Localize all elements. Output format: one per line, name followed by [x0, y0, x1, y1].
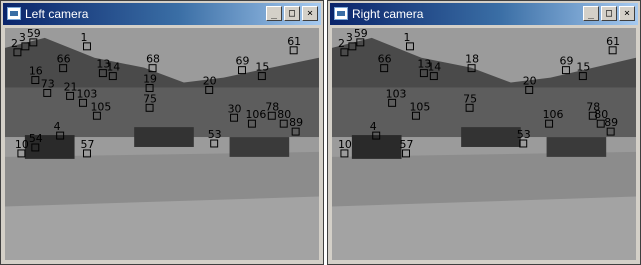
minimize-button[interactable]: _	[583, 6, 599, 21]
feature-label: 14	[106, 61, 120, 74]
maximize-button[interactable]: □	[284, 6, 300, 21]
close-button[interactable]: ×	[619, 6, 635, 21]
feature-label: 54	[29, 132, 43, 145]
window-title: Left camera	[25, 7, 89, 21]
window-app-icon	[7, 7, 21, 20]
feature-label: 19	[143, 73, 157, 86]
feature-label: 66	[57, 53, 71, 66]
feature-label: 75	[463, 92, 477, 105]
close-button[interactable]: ×	[302, 6, 318, 21]
feature-label: 59	[354, 28, 368, 40]
right-camera-view: 3 59 2 1 66 13 14 18 20 69 15 61 103 105 75 106 78 80 89 53…	[332, 28, 636, 260]
feature-label: 68	[146, 53, 160, 66]
feature-label: 1	[404, 31, 411, 44]
left-camera-window: Left camera _ □ × 3 59 2 1 66 16 73 21 103 13 14 68…	[0, 0, 324, 265]
feature-label: 75	[143, 92, 157, 105]
feature-label: 66	[378, 53, 392, 66]
feature-label: 14	[427, 61, 441, 74]
car-right	[546, 137, 607, 157]
maximize-button[interactable]: □	[601, 6, 617, 21]
feature-label: 61	[606, 35, 620, 48]
feature-label: 10	[15, 138, 29, 151]
feature-label: 4	[370, 120, 377, 133]
feature-label: 4	[54, 120, 61, 133]
feature-label: 69	[560, 55, 574, 68]
feature-label: 16	[29, 65, 43, 78]
minimize-button[interactable]: _	[266, 6, 282, 21]
feature-label: 2	[338, 37, 345, 50]
left-camera-image: 3 592 1661673 2110313146819 2069 156175105 788…	[5, 28, 319, 260]
feature-label: 15	[255, 61, 269, 74]
window-title: Right camera	[352, 7, 424, 21]
feature-label: 53	[517, 128, 531, 141]
window-app-icon	[334, 7, 348, 20]
feature-label: 1	[81, 31, 88, 44]
feature-label: 59	[27, 28, 41, 40]
feature-label: 105	[90, 100, 111, 113]
feature-label: 57	[400, 138, 414, 151]
feature-label: 69	[236, 55, 250, 68]
feature-label: 57	[81, 138, 95, 151]
feature-label: 20	[523, 75, 537, 88]
right-window-titlebar[interactable]: Right camera _ □ ×	[330, 3, 638, 25]
right-camera-window: Right camera _ □ × 3 59 2 1 66 13 14 18 20 69 15 61…	[327, 0, 641, 265]
left-window-titlebar[interactable]: Left camera _ □ ×	[3, 3, 321, 25]
feature-label: 15	[576, 61, 590, 74]
feature-label: 103	[77, 87, 98, 100]
feature-label: 30	[228, 102, 242, 115]
feature-label: 3	[19, 31, 26, 44]
feature-label: 103	[386, 87, 407, 100]
feature-label: 21	[64, 80, 78, 93]
feature-label: 89	[604, 116, 618, 129]
car-right	[229, 137, 290, 157]
feature-label: 18	[465, 53, 479, 66]
car-center	[461, 127, 521, 147]
feature-label: 2	[11, 37, 18, 50]
feature-label: 20	[203, 75, 217, 88]
road-near	[5, 196, 319, 260]
feature-label: 53	[208, 128, 222, 141]
feature-label: 10	[338, 138, 352, 151]
car-center	[134, 127, 194, 147]
feature-label: 61	[287, 35, 301, 48]
feature-label: 89	[289, 116, 303, 129]
feature-label: 105	[409, 100, 430, 113]
feature-label: 3	[346, 31, 353, 44]
feature-label: 106	[543, 108, 564, 121]
road-near	[332, 196, 636, 260]
feature-label: 73	[41, 77, 55, 90]
feature-label: 106	[245, 108, 266, 121]
right-camera-image: 3 592 166 1314182069 15611031057510678808953…	[332, 28, 636, 260]
left-camera-view: 3 59 2 1 66 16 73 21 103 13 14 68 19 20 69 15 61 75 105 78 8…	[5, 28, 319, 260]
